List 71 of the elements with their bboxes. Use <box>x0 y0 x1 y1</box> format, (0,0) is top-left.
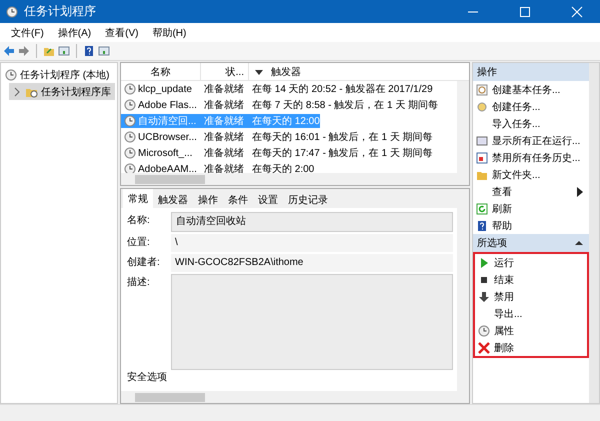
folder-icon <box>43 45 55 57</box>
action-item[interactable]: 显示所有正在运行... <box>473 132 589 149</box>
help-icon <box>476 220 488 232</box>
scrollbar[interactable] <box>121 173 469 185</box>
panel-icon <box>98 45 110 57</box>
action-item[interactable]: 新文件夹... <box>473 166 589 183</box>
action-item[interactable]: 禁用 <box>475 288 587 305</box>
close-icon <box>571 6 583 18</box>
table-cell[interactable]: 在每 14 天的 20:52 - 触发器在 2017/1/29 <box>249 82 433 96</box>
tree-item[interactable]: 任务计划程序 (本地) <box>3 66 115 83</box>
table-cell[interactable]: 准备就绪 <box>201 130 249 144</box>
table-cell[interactable]: 准备就绪 <box>201 146 249 160</box>
back-icon <box>3 45 15 57</box>
refresh-icon <box>476 202 488 214</box>
table-cell[interactable]: 在每天的 16:01 - 触发后，在 1 天 期间每 <box>249 130 433 144</box>
menu-item[interactable]: 操作(A) <box>50 26 98 40</box>
column-header[interactable]: 状... <box>201 62 249 80</box>
action-item[interactable]: 禁用所有任务历史... <box>473 149 589 166</box>
action-item[interactable]: 导入任务... <box>473 115 589 132</box>
action-item[interactable]: 运行 <box>475 254 587 271</box>
forward-icon <box>18 45 30 57</box>
action-item[interactable]: 刷新 <box>473 200 589 217</box>
action-item[interactable]: 创建基本任务... <box>473 81 589 98</box>
table-cell[interactable]: Adobe Flas... <box>121 99 201 111</box>
table-cell[interactable]: 准备就绪 <box>201 162 249 173</box>
help-icon <box>83 45 95 57</box>
action-item[interactable]: 查看 <box>473 183 589 200</box>
window-icon <box>476 134 488 146</box>
table-cell[interactable]: 在每 7 天的 8:58 - 触发后，在 1 天 期间每 <box>249 98 438 112</box>
section-header[interactable]: 操作 <box>473 63 589 81</box>
menu-item[interactable]: 文件(F) <box>4 26 51 40</box>
window-title: 任务计划程序 <box>24 3 97 20</box>
action-item[interactable]: 帮助 <box>473 217 589 234</box>
table-cell[interactable]: 在每天的 2:00 <box>249 162 314 173</box>
scrollbar[interactable] <box>457 81 469 173</box>
action-item[interactable]: 结束 <box>475 271 587 288</box>
table-cell[interactable]: Microsoft_... <box>121 147 201 159</box>
panel-icon <box>58 45 70 57</box>
menu-item[interactable]: 帮助(H) <box>145 26 194 40</box>
action-item[interactable]: 属性 <box>475 322 587 339</box>
table-cell[interactable]: 准备就绪 <box>201 82 249 96</box>
description-field[interactable] <box>171 274 453 370</box>
maximize-icon <box>519 6 531 18</box>
table-cell[interactable]: 准备就绪 <box>201 98 249 112</box>
action-item[interactable]: 导出... <box>475 305 587 322</box>
field-value: \ <box>171 234 453 252</box>
tree-item-selected[interactable]: 任务计划程序库 <box>9 83 115 100</box>
section-label: 安全选项 <box>127 372 168 384</box>
action-item[interactable]: 创建任务... <box>473 98 589 115</box>
table-cell[interactable]: AdobeAAM... <box>121 163 201 173</box>
delete-icon <box>478 342 490 354</box>
action-item[interactable]: 删除 <box>475 339 587 356</box>
column-header[interactable]: 名称 <box>121 62 201 80</box>
section-header[interactable]: 所选项 <box>473 234 589 252</box>
field-label: 位置: <box>127 236 151 250</box>
down-arrow-icon <box>478 290 490 302</box>
scrollbar[interactable] <box>589 63 599 403</box>
table-cell[interactable]: UCBrowser... <box>121 131 201 143</box>
section-title: 操作 <box>477 66 497 79</box>
section-title: 所选项 <box>477 236 507 250</box>
tab[interactable]: 常规 <box>123 189 153 208</box>
play-icon <box>478 256 490 268</box>
field-value: WIN-GCOC82FSB2A\ithome <box>171 254 453 272</box>
column-header[interactable]: 触发器 <box>249 62 469 80</box>
table-cell[interactable]: 在每天的 17:47 - 触发后，在 1 天 期间每 <box>249 146 433 160</box>
table-cell[interactable]: klcp_update <box>121 83 201 95</box>
field-label: 名称: <box>127 214 151 228</box>
field-label: 描述: <box>127 276 151 290</box>
field-label: 创建者: <box>127 256 161 270</box>
name-field[interactable]: 自动清空回收站 <box>171 212 453 232</box>
menu-item[interactable]: 查看(V) <box>98 26 146 40</box>
